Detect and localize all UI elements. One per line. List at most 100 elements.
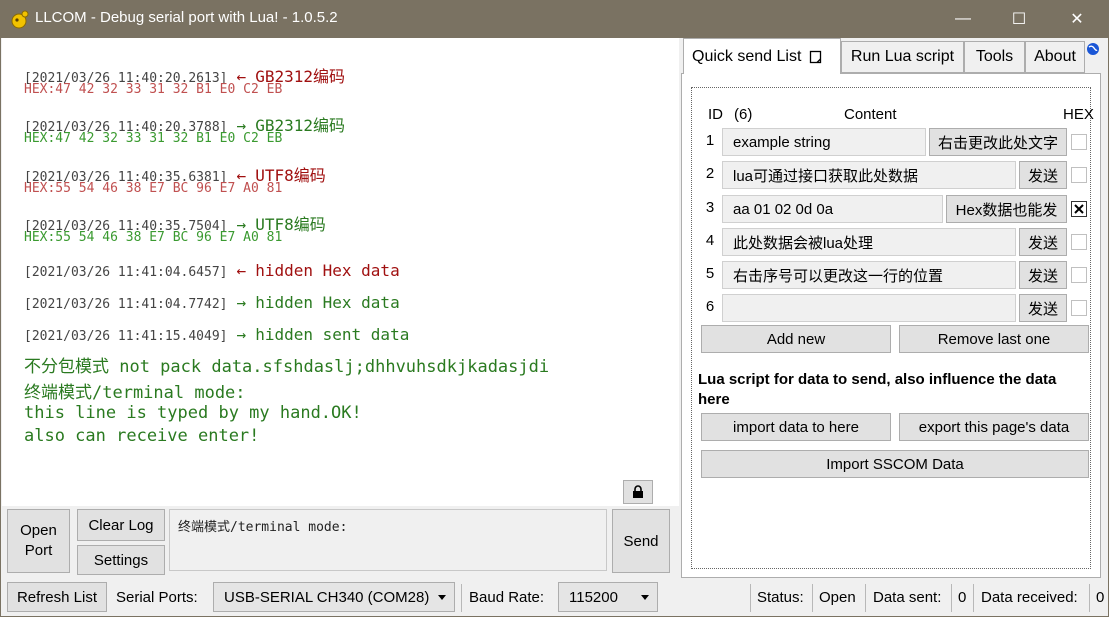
log-timestamp: [2021/03/26 11:41:04.6457] xyxy=(24,265,228,280)
column-header-id: ID xyxy=(708,106,723,123)
refresh-list-button[interactable]: Refresh List xyxy=(7,582,107,612)
quick-send-button[interactable]: 发送 xyxy=(1019,228,1067,256)
status-label: Status: xyxy=(757,588,804,606)
settings-button[interactable]: Settings xyxy=(77,545,165,575)
log-timestamp: [2021/03/26 11:41:15.4049] xyxy=(24,329,228,344)
quick-send-content[interactable]: lua可通过接口获取此处数据 xyxy=(722,161,1016,189)
hex-checkbox-checked[interactable] xyxy=(1071,201,1087,217)
log-entry: [2021/03/26 11:40:20.2613] ← GB2312编码 HE… xyxy=(24,63,345,97)
row-id[interactable]: 5 xyxy=(703,265,717,282)
hex-checkbox[interactable] xyxy=(1071,234,1087,250)
status-value: Open xyxy=(819,588,856,606)
send-input[interactable]: 终端模式/terminal mode: xyxy=(169,509,607,571)
row-id[interactable]: 1 xyxy=(703,132,717,149)
hex-checkbox[interactable] xyxy=(1071,167,1087,183)
import-data-button[interactable]: import data to here xyxy=(701,413,891,441)
serial-port-select[interactable]: USB-SERIAL CH340 (COM28) xyxy=(213,582,455,612)
data-sent-label: Data sent: xyxy=(873,588,942,606)
hex-checkbox[interactable] xyxy=(1071,134,1087,150)
divider xyxy=(750,584,751,612)
column-header-count: (6) xyxy=(734,106,753,123)
quick-send-button[interactable]: 右击更改此处文字 xyxy=(929,128,1067,156)
tab-quick-send-list[interactable]: Quick send List xyxy=(683,38,841,74)
tab-tools[interactable]: Tools xyxy=(964,41,1025,73)
tab-about[interactable]: About xyxy=(1025,41,1085,73)
baud-rate-select[interactable]: 115200 xyxy=(558,582,658,612)
divider xyxy=(1089,584,1090,612)
quick-send-panel: ID (6) Content HEX 1 example string 右击更改… xyxy=(681,73,1101,578)
column-header-hex: HEX xyxy=(1063,106,1094,123)
divider xyxy=(461,584,462,612)
quick-send-button[interactable]: 发送 xyxy=(1019,294,1067,322)
log-view[interactable]: [2021/03/26 11:40:20.2613] ← GB2312编码 HE… xyxy=(2,38,679,506)
lock-icon xyxy=(633,485,643,498)
data-received-label: Data received: xyxy=(981,588,1078,606)
clear-log-button[interactable]: Clear Log xyxy=(77,509,165,541)
terminal-line: also can receive enter! xyxy=(24,426,260,446)
log-hex: HEX:47 42 32 33 31 32 B1 E0 C2 EB xyxy=(24,82,283,97)
log-entry: [2021/03/26 11:40:35.6381] ← UTF8编码 HEX:… xyxy=(24,162,326,196)
lock-button[interactable] xyxy=(623,480,653,504)
row-id[interactable]: 2 xyxy=(703,165,717,182)
export-data-button[interactable]: export this page's data xyxy=(899,413,1089,441)
remove-last-button[interactable]: Remove last one xyxy=(899,325,1089,353)
maximize-button[interactable]: ☐ xyxy=(996,0,1042,38)
quick-send-content[interactable]: 右击序号可以更改这一行的位置 xyxy=(722,261,1016,289)
log-entry: [2021/03/26 11:40:20.3788] → GB2312编码 HE… xyxy=(24,112,345,146)
title-bar: LLCOM - Debug serial port with Lua! - 1.… xyxy=(0,0,1109,38)
divider xyxy=(951,584,952,612)
tab-run-lua-script[interactable]: Run Lua script xyxy=(841,41,964,73)
maximize-icon: ☐ xyxy=(1011,11,1027,28)
log-direction-icon: ← xyxy=(236,261,247,280)
row-id[interactable]: 4 xyxy=(703,232,717,249)
divider xyxy=(865,584,866,612)
send-button[interactable]: Send xyxy=(612,509,670,573)
log-timestamp: [2021/03/26 11:41:04.7742] xyxy=(24,297,228,312)
close-icon: ✕ xyxy=(1070,11,1084,28)
log-direction-icon: → xyxy=(236,325,247,344)
quick-send-button[interactable]: Hex数据也能发 xyxy=(946,195,1067,223)
close-button[interactable]: ✕ xyxy=(1054,0,1100,38)
log-entry: [2021/03/26 11:41:15.4049] → hidden sent… xyxy=(24,325,409,344)
column-header-content: Content xyxy=(844,106,897,123)
check-x-icon xyxy=(1074,204,1084,214)
serial-ports-label: Serial Ports: xyxy=(116,588,198,606)
log-entry: [2021/03/26 11:41:04.7742] → hidden Hex … xyxy=(24,293,400,312)
open-port-button[interactable]: Open Port xyxy=(7,509,70,573)
add-new-button[interactable]: Add new xyxy=(701,325,891,353)
globe-icon[interactable] xyxy=(1086,42,1100,56)
data-sent-value: 0 xyxy=(958,588,967,606)
log-hex: HEX:55 54 46 38 E7 BC 96 E7 A0 81 xyxy=(24,230,283,245)
log-entry: [2021/03/26 11:41:04.6457] ← hidden Hex … xyxy=(24,261,400,280)
hex-checkbox[interactable] xyxy=(1071,300,1087,316)
divider xyxy=(812,584,813,612)
import-sscom-button[interactable]: Import SSCOM Data xyxy=(701,450,1089,478)
terminal-line: this line is typed by my hand.OK! xyxy=(24,403,362,423)
baud-rate-label: Baud Rate: xyxy=(469,588,545,606)
terminal-line: 终端模式/terminal mode: xyxy=(24,383,246,403)
divider xyxy=(973,584,974,612)
log-message: hidden sent data xyxy=(255,325,410,344)
row-id[interactable]: 3 xyxy=(703,199,717,216)
quick-send-content[interactable] xyxy=(722,294,1016,322)
quick-send-button[interactable]: 发送 xyxy=(1019,161,1067,189)
hex-checkbox[interactable] xyxy=(1071,267,1087,283)
minimize-button[interactable]: — xyxy=(940,0,986,38)
quick-send-content[interactable]: 此处数据会被lua处理 xyxy=(722,228,1016,256)
status-bar: Refresh List Serial Ports: USB-SERIAL CH… xyxy=(1,578,1108,616)
chevron-down-icon xyxy=(641,595,649,600)
client-area: [2021/03/26 11:40:20.2613] ← GB2312编码 HE… xyxy=(0,38,1109,617)
window-title: LLCOM - Debug serial port with Lua! - 1.… xyxy=(35,9,338,26)
baud-rate-value: 115200 xyxy=(569,588,618,606)
quick-send-content[interactable]: aa 01 02 0d 0a xyxy=(722,195,943,223)
lua-script-note: Lua script for data to send, also influe… xyxy=(698,371,1057,408)
row-id[interactable]: 6 xyxy=(703,298,717,315)
quick-send-content[interactable]: example string xyxy=(722,128,926,156)
quick-send-button[interactable]: 发送 xyxy=(1019,261,1067,289)
quick-send-group: ID (6) Content HEX 1 example string 右击更改… xyxy=(691,87,1094,569)
log-hex: HEX:47 42 32 33 31 32 B1 E0 C2 EB xyxy=(24,131,283,146)
log-message: hidden Hex data xyxy=(255,261,400,280)
terminal-line: 不分包模式 not pack data.sfshdaslj;dhhvuhsdkj… xyxy=(24,357,550,377)
data-received-value: 0 xyxy=(1096,588,1105,606)
serial-port-value: USB-SERIAL CH340 (COM28) xyxy=(224,588,430,606)
